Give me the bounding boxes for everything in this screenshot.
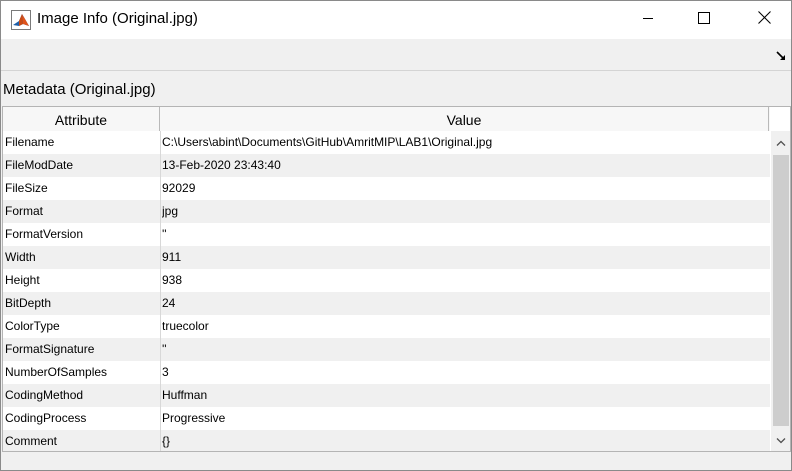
table-row[interactable]: Width 911 xyxy=(3,246,770,269)
maximize-icon xyxy=(698,11,710,29)
value-cell: Progressive xyxy=(162,411,226,425)
attribute-cell: Filename xyxy=(5,135,55,149)
attribute-cell: FileModDate xyxy=(5,158,74,172)
column-header-value[interactable]: Value xyxy=(160,107,769,131)
status-bar xyxy=(1,452,791,470)
table-header: Attribute Value xyxy=(3,107,770,132)
minimize-button[interactable] xyxy=(625,1,671,39)
value-cell: 3 xyxy=(162,365,169,379)
attribute-cell: CodingMethod xyxy=(5,388,84,402)
title-bar[interactable]: Image Info (Original.jpg) xyxy=(1,1,791,39)
table-row[interactable]: FileModDate 13-Feb-2020 23:43:40 xyxy=(3,154,770,177)
scroll-down-button[interactable] xyxy=(771,429,790,451)
minimize-icon xyxy=(642,11,654,29)
attribute-cell: CodingProcess xyxy=(5,411,87,425)
table-row[interactable]: FileSize 92029 xyxy=(3,177,770,200)
value-cell: 92029 xyxy=(162,181,196,195)
image-info-window: Image Info (Original.jpg) Metadata (Orig… xyxy=(0,0,792,471)
scrollbar-thumb[interactable] xyxy=(773,155,789,426)
value-cell: Huffman xyxy=(162,388,208,402)
attribute-cell: Width xyxy=(5,250,36,264)
window-title: Image Info (Original.jpg) xyxy=(37,10,198,27)
table-row[interactable]: Comment {} xyxy=(3,430,770,451)
section-title: Metadata (Original.jpg) xyxy=(3,81,156,98)
scroll-up-button[interactable] xyxy=(771,131,790,153)
table-row[interactable]: NumberOfSamples 3 xyxy=(3,361,770,384)
value-cell: truecolor xyxy=(162,319,209,333)
table-row[interactable]: FormatSignature '' xyxy=(3,338,770,361)
value-cell: 911 xyxy=(162,250,182,264)
value-cell: 13-Feb-2020 23:43:40 xyxy=(162,158,281,172)
undock-arrow-icon[interactable] xyxy=(776,49,787,60)
attribute-cell: Format xyxy=(5,204,44,218)
value-cell: {} xyxy=(162,434,171,448)
attribute-cell: FileSize xyxy=(5,181,48,195)
table-row[interactable]: Height 938 xyxy=(3,269,770,292)
value-cell: jpg xyxy=(162,204,179,218)
table-row[interactable]: ColorType truecolor xyxy=(3,315,770,338)
chevron-up-icon xyxy=(776,133,786,151)
value-cell: '' xyxy=(162,227,167,241)
vertical-scrollbar[interactable] xyxy=(771,131,790,451)
close-button[interactable] xyxy=(741,1,787,39)
value-cell: 24 xyxy=(162,296,176,310)
attribute-cell: ColorType xyxy=(5,319,60,333)
table-row[interactable]: BitDepth 24 xyxy=(3,292,770,315)
table-row[interactable]: CodingProcess Progressive xyxy=(3,407,770,430)
column-header-attribute[interactable]: Attribute xyxy=(3,107,160,131)
value-cell: C:\Users\abint\Documents\GitHub\AmritMIP… xyxy=(162,135,493,149)
attribute-cell: FormatVersion xyxy=(5,227,84,241)
toolbar xyxy=(1,39,791,71)
value-cell: '' xyxy=(162,342,167,356)
attribute-cell: BitDepth xyxy=(5,296,52,310)
attribute-cell: FormatSignature xyxy=(5,342,95,356)
metadata-table: Attribute Value Filename C:\Users\abint\… xyxy=(2,106,791,452)
close-icon xyxy=(757,11,771,29)
value-cell: 938 xyxy=(162,273,183,287)
chevron-down-icon xyxy=(776,431,786,449)
matlab-logo-icon xyxy=(11,10,31,30)
attribute-cell: Comment xyxy=(5,434,58,448)
maximize-button[interactable] xyxy=(681,1,727,39)
column-divider xyxy=(160,131,161,451)
table-row[interactable]: Format jpg xyxy=(3,200,770,223)
table-row[interactable]: FormatVersion '' xyxy=(3,223,770,246)
attribute-cell: NumberOfSamples xyxy=(5,365,108,379)
table-row[interactable]: CodingMethod Huffman xyxy=(3,384,770,407)
attribute-cell: Height xyxy=(5,273,40,287)
table-row[interactable]: Filename C:\Users\abint\Documents\GitHub… xyxy=(3,131,770,154)
